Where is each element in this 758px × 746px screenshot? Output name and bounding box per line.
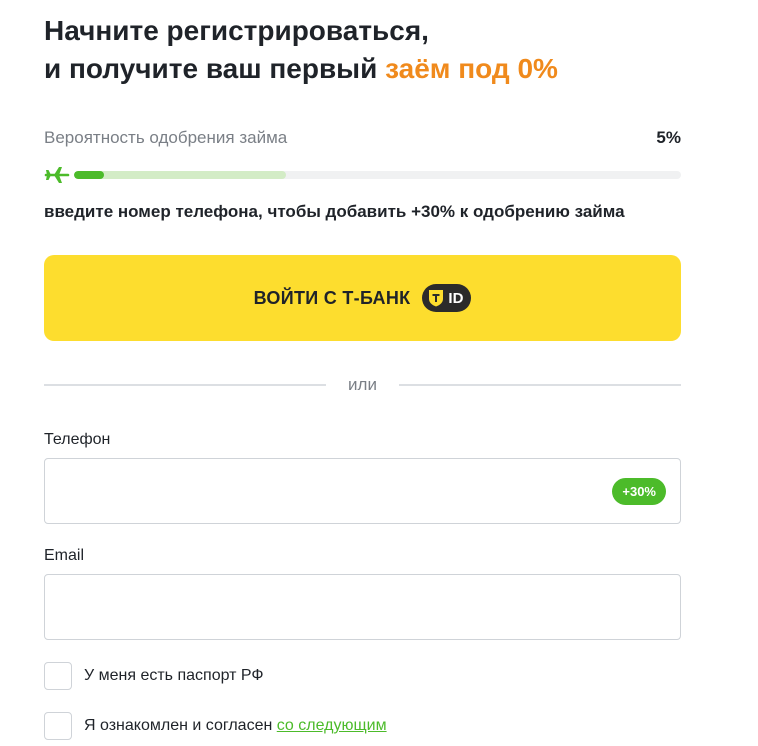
tbank-login-label: ВОЙТИ С Т-БАНК bbox=[253, 287, 411, 308]
phone-bonus-badge: +30% bbox=[612, 478, 666, 505]
tbank-id-text: ID bbox=[448, 289, 464, 307]
title-line-1: Начните регистрироваться, bbox=[44, 15, 429, 46]
consent-text: Я ознакомлен и согласен bbox=[84, 717, 277, 734]
progress-track bbox=[74, 171, 681, 179]
consent-link[interactable]: со следующим bbox=[277, 717, 387, 734]
phone-field[interactable]: +30% bbox=[44, 458, 681, 524]
title-accent: заём под 0% bbox=[385, 53, 558, 84]
divider-text: или bbox=[348, 375, 377, 394]
email-input[interactable] bbox=[45, 575, 680, 639]
progress-fill bbox=[74, 171, 105, 179]
page-title: Начните регистрироваться, и получите ваш… bbox=[44, 12, 558, 88]
passport-checkbox-row[interactable]: У меня есть паспорт РФ bbox=[44, 661, 264, 691]
divider-line-left bbox=[44, 384, 326, 386]
consent-checkbox-row[interactable]: Я ознакомлен и согласен со следующим bbox=[44, 711, 387, 741]
email-field[interactable] bbox=[44, 574, 681, 640]
tbank-id-badge: ID bbox=[422, 284, 472, 312]
tbank-login-button[interactable]: ВОЙТИ С Т-БАНК ID bbox=[44, 255, 681, 341]
t-shield-icon bbox=[429, 290, 444, 307]
divider-line-right bbox=[399, 384, 681, 386]
approval-progress bbox=[44, 165, 681, 185]
approval-label: Вероятность одобрения займа bbox=[44, 128, 288, 147]
passport-checkbox[interactable] bbox=[44, 662, 72, 690]
passport-checkbox-label: У меня есть паспорт РФ bbox=[84, 667, 264, 684]
phone-input[interactable] bbox=[45, 459, 680, 523]
or-divider: или bbox=[44, 374, 681, 396]
consent-checkbox[interactable] bbox=[44, 712, 72, 740]
title-line-2-prefix: и получите ваш первый bbox=[44, 53, 386, 84]
airplane-icon bbox=[44, 167, 70, 183]
progress-potential bbox=[74, 171, 287, 179]
phone-label: Телефон bbox=[44, 431, 111, 448]
approval-hint: введите номер телефона, чтобы добавить +… bbox=[44, 202, 625, 221]
email-label: Email bbox=[44, 547, 85, 564]
approval-value: 5% bbox=[656, 128, 681, 147]
approval-row: Вероятность одобрения займа 5% bbox=[44, 128, 681, 150]
consent-checkbox-label: Я ознакомлен и согласен со следующим bbox=[84, 717, 387, 735]
